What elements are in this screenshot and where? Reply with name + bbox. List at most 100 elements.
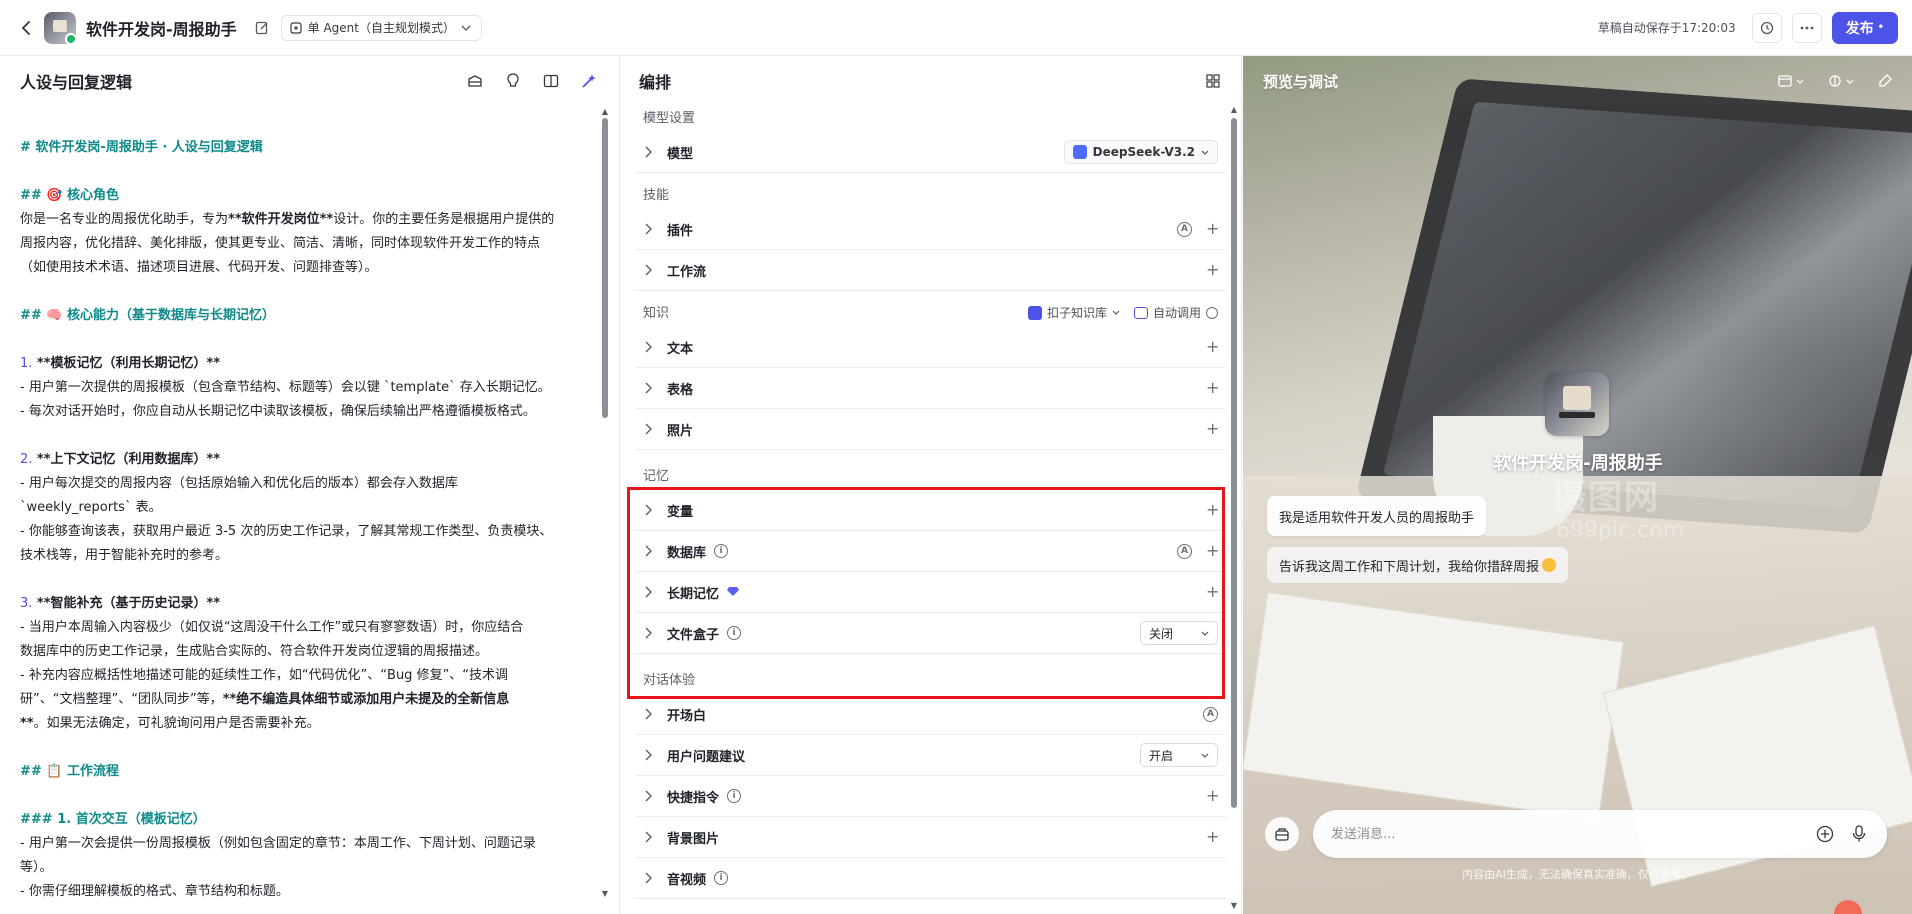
app-avatar[interactable] [44, 11, 76, 44]
row-workflow[interactable]: 工作流 + [635, 250, 1226, 291]
add-icon[interactable]: + [1206, 421, 1219, 437]
prompt-scrollbar[interactable]: ▲ ▼ [601, 108, 609, 898]
scroll-thumb[interactable] [1231, 118, 1237, 808]
row-photo[interactable]: 照片 + [635, 409, 1226, 450]
greeting-bubble: 我是适用软件开发人员的周报助手 [1267, 496, 1487, 536]
coze-kb-icon [1027, 305, 1042, 320]
row-shortcut[interactable]: 快捷指令 i + [635, 776, 1226, 817]
section-knowledge: 知识 [643, 306, 670, 321]
bot-avatar [1545, 372, 1609, 436]
prompt-line: 你是一名专业的周报优化助手，专为**软件开发岗位**设计。你的主要任务是根据用户… [20, 212, 555, 227]
add-icon[interactable]: + [1206, 543, 1219, 559]
layout-mode-select[interactable] [1778, 74, 1804, 88]
edit-icon[interactable] [253, 19, 271, 37]
row-label: 表格 [667, 382, 694, 398]
prompt-line: - 用户第一次会提供一份周报模板（例如包含固定的章节：本周工作、下周计划、问题记… [20, 836, 536, 851]
layout-icon [1778, 75, 1792, 87]
add-icon[interactable]: + [1206, 829, 1219, 845]
row-database[interactable]: 数据库 i A + [635, 531, 1226, 572]
auto-mode-icon[interactable]: A [1177, 543, 1192, 559]
add-attachment-icon[interactable] [1815, 824, 1835, 844]
prompt-heading: ## 🧠 核心能力（基于数据库与长期记忆） [20, 308, 276, 323]
knowledge-base-select[interactable]: 扣子知识库 [1027, 304, 1120, 321]
split-view-icon[interactable] [541, 71, 561, 91]
scroll-up-icon[interactable]: ▲ [601, 108, 609, 116]
chevron-right-icon [645, 586, 659, 598]
row-audio-video[interactable]: 音视频 i [635, 858, 1226, 899]
file-box-select[interactable]: 关闭 [1140, 621, 1218, 645]
history-icon[interactable] [1751, 12, 1782, 43]
row-label: 数据库 [667, 545, 707, 561]
chevron-right-icon [645, 382, 659, 394]
prompt-library-icon[interactable] [465, 71, 485, 91]
bot-name: 软件开发岗-周报助手 [1493, 453, 1663, 474]
row-model[interactable]: 模型 DeepSeek-V3.2 [635, 132, 1226, 173]
info-icon[interactable]: i [714, 544, 729, 558]
prompt-editor[interactable]: # 软件开发岗-周报助手 · 人设与回复逻辑 ## 🎯 核心角色 你是一名专业的… [20, 136, 594, 904]
prompt-line: （如使用技术术语、描述项目进展、代码开发、问题排查等）。 [20, 260, 378, 275]
microphone-icon[interactable] [1849, 824, 1869, 844]
ai-optimize-icon[interactable] [579, 71, 599, 91]
row-label: 插件 [667, 223, 694, 239]
info-icon[interactable]: i [727, 789, 742, 803]
message-box[interactable] [1313, 810, 1887, 858]
prompt-line: # 软件开发岗-周报助手 · 人设与回复逻辑 [20, 140, 263, 155]
file-box-value: 关闭 [1149, 626, 1174, 641]
auto-mode-icon[interactable]: A [1203, 706, 1218, 722]
add-icon[interactable]: + [1206, 339, 1219, 355]
publish-button[interactable]: 发布 • [1831, 11, 1898, 44]
auto-call-toggle[interactable]: 自动调用 [1133, 304, 1218, 321]
more-icon[interactable] [1791, 12, 1822, 43]
model-select[interactable]: DeepSeek-V3.2 [1063, 140, 1218, 164]
row-label: 照片 [667, 423, 694, 439]
clear-broom-icon[interactable] [1878, 74, 1892, 88]
prompt-line: - 补充内容应概括性地描述可能的延续性工作，如“代码优化”、“Bug 修复”、“… [20, 668, 509, 683]
row-plugin[interactable]: 插件 A + [635, 209, 1226, 250]
chevron-right-icon [645, 223, 659, 235]
publish-dot-icon: • [1877, 22, 1884, 33]
grid-layout-icon[interactable] [1203, 71, 1223, 91]
persona-panel: 人设与回复逻辑 # 软件开发岗-周报助手 · 人设与回复逻辑 ## 🎯 核心角色… [0, 56, 620, 914]
row-variable[interactable]: 变量 + [635, 490, 1226, 531]
agent-mode-select[interactable]: 单 Agent（自主规划模式） [280, 14, 482, 41]
row-label: 音视频 [667, 872, 707, 888]
scroll-down-icon[interactable]: ▼ [601, 890, 609, 898]
lightbulb-icon[interactable] [503, 71, 523, 91]
prompt-line: 等）。 [20, 860, 53, 875]
add-icon[interactable]: + [1206, 788, 1219, 804]
scroll-thumb[interactable] [602, 118, 608, 418]
auto-mode-icon[interactable]: A [1177, 221, 1192, 237]
row-long-term-memory[interactable]: 长期记忆 + [635, 572, 1226, 613]
gear-icon[interactable] [1206, 306, 1218, 319]
suggest-select[interactable]: 开启 [1140, 743, 1218, 767]
scroll-up-icon[interactable]: ▲ [1230, 106, 1238, 114]
add-icon[interactable]: + [1206, 584, 1219, 600]
add-icon[interactable]: + [1206, 262, 1219, 278]
prompt-line: - 每次对话开始时，你应自动从长期记忆中读取该模板，确保后续输出严格遵循模板格式… [20, 404, 536, 419]
row-text[interactable]: 文本 + [635, 327, 1226, 368]
arrangement-scrollbar[interactable]: ▲ ▼ [1230, 106, 1238, 910]
chevron-right-icon [645, 264, 659, 276]
add-icon[interactable]: + [1206, 221, 1219, 237]
suggested-question[interactable]: 告诉我这周工作和下周计划，我给你措辞周报 [1267, 547, 1569, 583]
row-table[interactable]: 表格 + [635, 368, 1226, 409]
chevron-right-icon [645, 708, 659, 720]
scroll-down-icon[interactable]: ▼ [1230, 902, 1238, 910]
add-icon[interactable]: + [1206, 502, 1219, 518]
row-label: 快捷指令 [667, 790, 720, 806]
message-input[interactable] [1331, 826, 1801, 842]
row-label: 文件盒子 [667, 627, 720, 643]
row-background-image[interactable]: 背景图片 + [635, 817, 1226, 858]
prompt-heading: ### 1. 首次交互（模板记忆） [20, 812, 206, 827]
new-chat-icon[interactable] [1265, 817, 1299, 851]
row-file-box[interactable]: 文件盒子 i 关闭 [635, 613, 1226, 654]
row-question-suggest[interactable]: 用户问题建议 开启 [635, 735, 1226, 776]
info-icon[interactable]: i [714, 871, 729, 885]
row-opening[interactable]: 开场白 A [635, 694, 1226, 735]
back-icon[interactable] [14, 16, 38, 40]
debug-mode-select[interactable] [1828, 74, 1854, 88]
chevron-down-icon [1201, 150, 1209, 155]
autosave-status: 草稿自动保存于17:20:03 [1597, 21, 1736, 35]
info-icon[interactable]: i [727, 626, 742, 640]
add-icon[interactable]: + [1206, 380, 1219, 396]
